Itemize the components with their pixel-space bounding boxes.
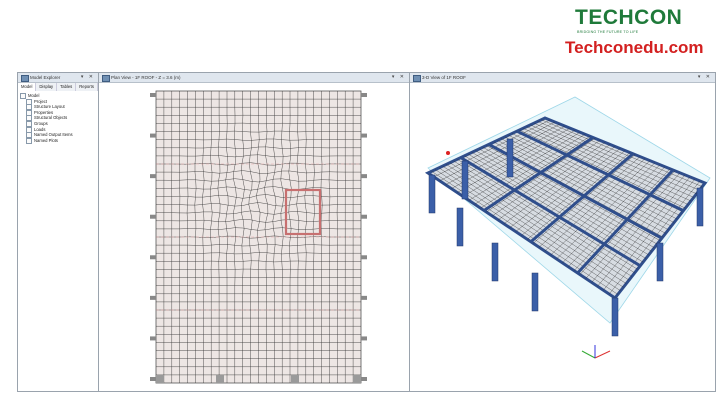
plan-view-title-bar: Plan View - 1F ROOF - Z = 3.6 (m) ▾ ✕	[99, 73, 409, 83]
axis-y-icon	[581, 350, 596, 359]
column-marker	[150, 336, 156, 341]
tree-item-named-plots[interactable]: Named Plots	[20, 137, 96, 144]
logo-text: TECHCON	[575, 6, 683, 29]
view-3d-close-icon[interactable]: ▾ ✕	[698, 73, 712, 82]
explorer-tabs: Model Display Tables Reports	[18, 83, 98, 91]
column-marker	[361, 174, 367, 179]
view-3d-icon	[413, 75, 421, 82]
expand-icon[interactable]	[26, 137, 32, 144]
column-marker	[361, 214, 367, 219]
column-marker	[150, 255, 156, 260]
column	[506, 138, 514, 178]
column-marker	[216, 375, 224, 383]
explorer-title: Model Explorer	[30, 75, 61, 80]
column-marker	[361, 295, 367, 300]
column	[461, 160, 469, 200]
axis-x-icon	[594, 350, 611, 359]
column-marker	[361, 377, 367, 381]
view-3d-pane: 3-D View of 1F ROOF ▾ ✕	[410, 73, 715, 391]
etabs-window: Model Explorer ▾ ✕ Model Display Tables …	[17, 72, 716, 392]
column-marker	[156, 375, 164, 383]
column-marker	[150, 377, 156, 381]
plan-view-canvas[interactable]	[99, 83, 409, 391]
column-marker	[353, 375, 361, 383]
explorer-icon	[21, 75, 29, 82]
view-3d-title: 3-D View of 1F ROOF	[422, 75, 466, 80]
column-marker	[361, 336, 367, 341]
column	[656, 242, 664, 282]
column	[428, 174, 436, 214]
column-marker	[150, 93, 156, 97]
tab-display[interactable]: Display	[36, 83, 58, 91]
column-marker	[361, 255, 367, 260]
column-marker	[150, 295, 156, 300]
column-marker	[150, 133, 156, 138]
view-3d-canvas[interactable]	[410, 83, 715, 391]
plan-view-close-icon[interactable]: ▾ ✕	[392, 73, 406, 82]
column-marker	[150, 214, 156, 219]
tab-model[interactable]: Model	[18, 83, 37, 91]
logo-tagline: BRIDGING THE FUTURE TO LIFE	[577, 30, 639, 34]
column-marker	[150, 174, 156, 179]
column	[696, 187, 704, 227]
column	[531, 272, 539, 312]
tab-tables[interactable]: Tables	[57, 83, 77, 91]
column	[611, 297, 619, 337]
column	[491, 242, 499, 282]
explorer-title-bar: Model Explorer ▾ ✕	[18, 73, 98, 83]
plan-view-title: Plan View - 1F ROOF - Z = 3.6 (m)	[111, 75, 181, 80]
model-explorer-pane: Model Explorer ▾ ✕ Model Display Tables …	[18, 73, 99, 391]
column-marker	[361, 93, 367, 97]
model-tree: Model Project Structure Layout Propertie…	[20, 93, 96, 144]
plan-view-icon	[102, 75, 110, 82]
techcon-logo: TECHCON BRIDGING THE FUTURE TO LIFE	[575, 6, 710, 38]
column-marker	[361, 133, 367, 138]
column	[456, 207, 464, 247]
explorer-close-icon[interactable]: ▾ ✕	[81, 73, 95, 82]
view-3d-title-bar: 3-D View of 1F ROOF ▾ ✕	[410, 73, 715, 83]
selected-point-marker	[446, 151, 450, 155]
website-label: Techconedu.com	[565, 38, 704, 57]
column-marker	[291, 375, 299, 383]
plan-view-pane: Plan View - 1F ROOF - Z = 3.6 (m) ▾ ✕	[99, 73, 410, 391]
tab-reports[interactable]: Reports	[76, 83, 98, 91]
